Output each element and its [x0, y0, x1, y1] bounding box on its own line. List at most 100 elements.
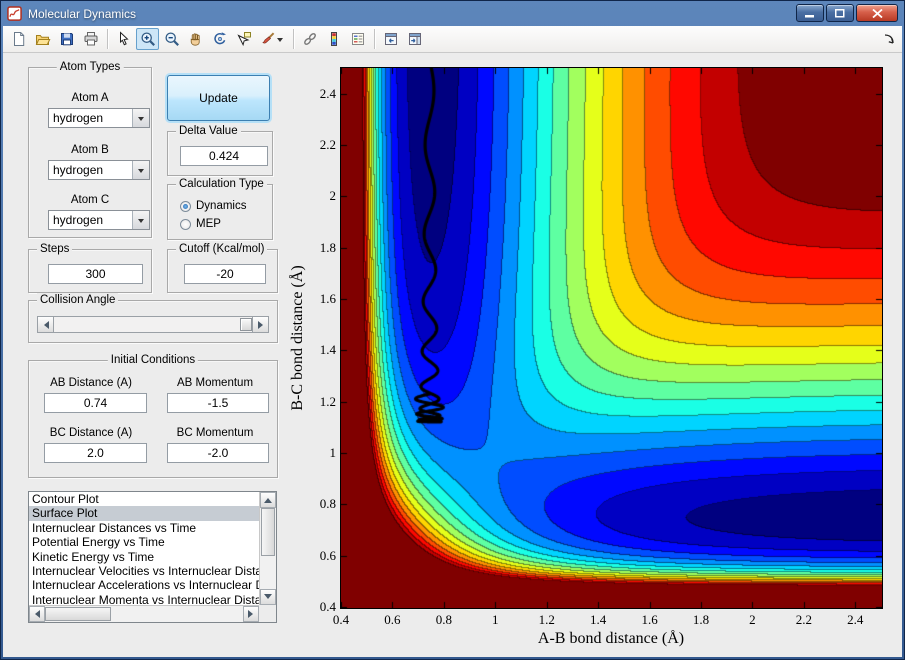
zoom-in-button[interactable]: [136, 28, 159, 50]
link-plot-button[interactable]: [298, 28, 321, 50]
print-figure-button[interactable]: [79, 28, 102, 50]
scroll-up-button[interactable]: [260, 492, 276, 508]
atom-a-dropdown-value: hydrogen: [53, 111, 104, 125]
list-item[interactable]: Internuclear Velocities vs Internuclear …: [29, 564, 259, 578]
scroll-left-button[interactable]: [29, 606, 45, 622]
cutoff-group: Cutoff (Kcal/mol): [167, 242, 278, 293]
pes-plot-canvas[interactable]: [341, 68, 882, 608]
bc-momentum-input[interactable]: [167, 443, 269, 463]
open-file-button[interactable]: [31, 28, 54, 50]
initial-conditions-legend: Initial Conditions: [107, 353, 199, 367]
initial-conditions-group: Initial Conditions AB Distance (A) AB Mo…: [28, 353, 278, 478]
scroll-right-button[interactable]: [243, 606, 259, 622]
save-figure-button[interactable]: [55, 28, 78, 50]
toolbar-separator: [107, 29, 108, 49]
figure-toolbar: [3, 26, 902, 53]
collision-angle-slider[interactable]: [37, 316, 269, 333]
data-cursor-button[interactable]: [232, 28, 255, 50]
ab-momentum-input[interactable]: [167, 393, 269, 413]
atom-c-dropdown-value: hydrogen: [53, 213, 104, 227]
atom-c-label: Atom C: [70, 194, 110, 206]
brush-dropdown-caret-icon[interactable]: [276, 29, 285, 49]
list-item[interactable]: Internuclear Distances vs Time: [29, 521, 259, 535]
plot-type-listbox[interactable]: Contour Plot Surface Plot Internuclear Dis…: [28, 491, 277, 623]
list-item[interactable]: Contour Plot: [29, 492, 259, 506]
steps-group: Steps: [28, 242, 152, 293]
y-axis-tick-label: 1.2: [319, 393, 336, 409]
hide-plot-tools-button[interactable]: [379, 28, 402, 50]
atom-types-legend: Atom Types: [56, 60, 124, 74]
atom-a-label: Atom A: [71, 92, 109, 104]
atom-c-dropdown[interactable]: hydrogen: [48, 210, 150, 230]
atom-b-dropdown[interactable]: hydrogen: [48, 160, 150, 180]
atom-b-label: Atom B: [71, 144, 109, 156]
slider-left-arrow[interactable]: [38, 317, 54, 332]
cutoff-input[interactable]: [184, 264, 266, 284]
vertical-scroll-thumb[interactable]: [261, 508, 275, 556]
x-axis-tick-label: 1: [492, 612, 499, 627]
x-axis-tick-label: 1.4: [590, 612, 607, 627]
atom-b-dropdown-value: hydrogen: [53, 163, 104, 177]
edit-plot-button[interactable]: [112, 28, 135, 50]
bc-momentum-label: BC Momentum: [176, 427, 254, 439]
radio-mep-label: MEP: [196, 218, 221, 230]
steps-input[interactable]: [48, 264, 143, 284]
list-item[interactable]: Kinetic Energy vs Time: [29, 550, 259, 564]
window-icon: [7, 6, 22, 21]
pes-plot-axes: [340, 67, 883, 609]
ab-distance-input[interactable]: [44, 393, 147, 413]
listbox-vertical-scrollbar[interactable]: [259, 492, 276, 605]
calculation-type-group: Calculation Type Dynamics MEP: [167, 177, 273, 240]
new-figure-button[interactable]: [7, 28, 30, 50]
toolbar-separator: [293, 29, 294, 49]
rotate-3d-button[interactable]: [208, 28, 231, 50]
y-axis-tick-label: 2: [329, 188, 337, 204]
radio-dynamics[interactable]: Dynamics: [180, 199, 246, 213]
atom-c-dropdown-arrow-icon[interactable]: [132, 211, 149, 229]
atom-b-dropdown-arrow-icon[interactable]: [132, 161, 149, 179]
pan-button[interactable]: [184, 28, 207, 50]
steps-legend: Steps: [37, 242, 73, 256]
list-item[interactable]: Internuclear Momenta vs Internuclear Dis…: [29, 593, 259, 605]
list-item[interactable]: Potential Energy vs Time: [29, 535, 259, 549]
close-button[interactable]: [856, 4, 898, 22]
y-axis-tick-label: 2.2: [319, 137, 336, 152]
radio-mep-circle[interactable]: [180, 218, 191, 230]
atom-a-dropdown[interactable]: hydrogen: [48, 108, 150, 128]
list-item[interactable]: Internuclear Accelerations vs Internucle…: [29, 578, 259, 592]
maximize-button[interactable]: [826, 4, 854, 22]
y-axis-tick-label: 0.8: [319, 496, 336, 512]
bc-distance-input[interactable]: [44, 443, 147, 463]
update-button[interactable]: Update: [167, 75, 270, 121]
zoom-out-button[interactable]: [160, 28, 183, 50]
listbox-horizontal-scrollbar[interactable]: [29, 605, 259, 622]
y-axis-tick-label: 0.6: [319, 547, 336, 563]
insert-colorbar-button[interactable]: [322, 28, 345, 50]
radio-dynamics-label: Dynamics: [196, 200, 247, 212]
ab-distance-label: AB Distance (A): [50, 377, 132, 389]
app-window: Molecular Dynamics Atom Types Atom A hyd…: [0, 0, 905, 660]
radio-mep[interactable]: MEP: [180, 217, 221, 231]
titlebar[interactable]: Molecular Dynamics: [3, 1, 902, 26]
minimize-button[interactable]: [796, 4, 824, 22]
horizontal-scroll-thumb[interactable]: [45, 607, 111, 621]
scroll-down-button[interactable]: [260, 589, 276, 605]
y-axis-tick-label: 2.4: [319, 85, 336, 101]
radio-dynamics-circle[interactable]: [180, 200, 191, 212]
insert-legend-button[interactable]: [346, 28, 369, 50]
brush-button[interactable]: [256, 28, 288, 50]
x-axis-tick-label: 2.4: [847, 612, 864, 627]
atom-a-dropdown-arrow-icon[interactable]: [132, 109, 149, 127]
delta-value-input[interactable]: [180, 146, 268, 166]
slider-thumb[interactable]: [240, 318, 252, 331]
x-axis-title: A-B bond distance (Å): [537, 630, 685, 647]
y-axis-tick-label: 0.4: [319, 599, 336, 614]
window-title: Molecular Dynamics: [28, 6, 137, 21]
bc-distance-label: BC Distance (A): [49, 427, 133, 439]
list-item[interactable]: Surface Plot: [29, 506, 259, 521]
show-plot-tools-button[interactable]: [403, 28, 426, 50]
dock-figure-icon[interactable]: [882, 32, 896, 51]
collision-angle-legend: Collision Angle: [37, 293, 119, 307]
slider-right-arrow[interactable]: [252, 317, 268, 332]
x-axis-tick-label: 1.2: [538, 612, 555, 627]
